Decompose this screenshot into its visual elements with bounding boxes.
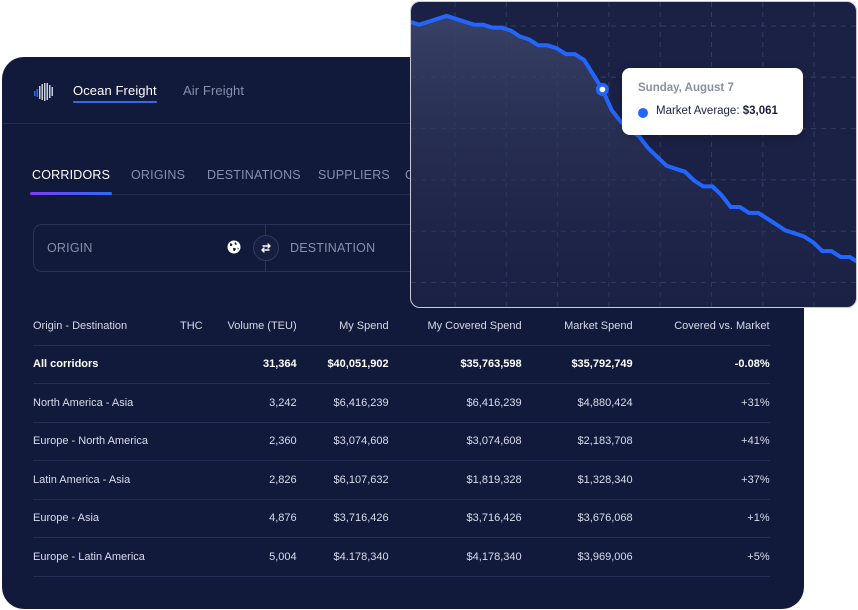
cell-volume: 31,364 [202, 345, 297, 384]
chart-tooltip: Sunday, August 7 Market Average: $3,061 [622, 68, 803, 135]
cell-name: North America - Asia [33, 383, 180, 423]
cell-my-spend: $3,074,608 [296, 422, 389, 461]
cell-market-spend: $3,676,068 [521, 499, 633, 538]
cell-vs-market: +41% [632, 422, 770, 461]
cell-market-spend: $4,880,424 [521, 383, 633, 423]
table-row[interactable]: North America - Asia 3,242 $6,416,239 $6… [33, 383, 770, 423]
cell-thc [180, 537, 203, 577]
cell-name: Europe - Asia [33, 499, 180, 538]
tab-corridors[interactable]: CORRIDORS [30, 168, 113, 195]
logo-icon [34, 83, 53, 101]
table-row[interactable]: Latin America - Asia 2,826 $6,107,632 $1… [33, 460, 770, 500]
tab-ocean-freight[interactable]: Ocean Freight [73, 83, 157, 103]
tab-suppliers[interactable]: SUPPLIERS [318, 168, 390, 182]
cell-thc [180, 460, 203, 500]
market-average-chart: Sunday, August 7 Market Average: $3,061 [410, 1, 857, 308]
cell-name: All corridors [33, 345, 180, 384]
cell-my-spend: $40,051,902 [296, 345, 389, 384]
active-subtab-indicator [30, 192, 113, 195]
cell-volume: 5,004 [202, 537, 297, 577]
cell-vs-market: +37% [632, 460, 770, 500]
chart-area-fill [411, 15, 856, 307]
cell-my-spend: $6,416,239 [296, 383, 389, 423]
cell-name: Europe - North America [33, 422, 180, 461]
corridors-table: Origin - Destination THC Volume (TEU) My… [33, 307, 770, 577]
tab-origins[interactable]: ORIGINS [131, 168, 185, 182]
destination-input[interactable]: DESTINATION [290, 241, 375, 255]
tab-origins-label: ORIGINS [131, 168, 186, 182]
globe-icon[interactable] [227, 240, 241, 254]
cell-covered-spend: $3,716,426 [388, 499, 522, 538]
cell-covered-spend: $1,819,328 [388, 460, 522, 500]
cell-my-spend: $4.178,340 [296, 537, 389, 577]
cell-vs-market: +31% [632, 383, 770, 423]
cell-name: Latin America - Asia [33, 460, 180, 500]
tab-air-freight[interactable]: Air Freight [183, 83, 244, 98]
column-header-my-spend[interactable]: My Spend [296, 307, 389, 346]
tab-air-freight-label: Air Freight [183, 83, 245, 98]
swap-button[interactable] [253, 235, 279, 261]
swap-arrows-icon [261, 243, 271, 253]
tab-suppliers-label: SUPPLIERS [318, 168, 390, 182]
tooltip-label: Market Average: [656, 105, 740, 117]
column-header-volume[interactable]: Volume (TEU) [202, 307, 297, 346]
cell-thc [180, 345, 203, 384]
column-header-thc[interactable]: THC [180, 307, 203, 346]
table-row[interactable]: Europe - North America 2,360 $3,074,608 … [33, 422, 770, 461]
highlight-point-center [599, 86, 606, 93]
cell-covered-spend: $35,763,598 [388, 345, 522, 384]
cell-volume: 4,876 [202, 499, 297, 538]
cell-covered-spend: $3,074,608 [388, 422, 522, 461]
cell-covered-spend: $6,416,239 [388, 383, 522, 423]
cell-vs-market: +1% [632, 499, 770, 538]
tooltip-date: Sunday, August 7 [638, 82, 734, 94]
cell-market-spend: $35,792,749 [521, 345, 633, 384]
column-header-covered-vs-market[interactable]: Covered vs. Market [632, 307, 770, 346]
table-row[interactable]: Europe - Asia 4,876 $3,716,426 $3,716,42… [33, 499, 770, 538]
cell-vs-market: +5% [632, 537, 770, 577]
tab-destinations-label: DESTINATIONS [207, 168, 301, 182]
tab-ocean-freight-label: Ocean Freight [73, 83, 157, 98]
cell-thc [180, 499, 203, 538]
cell-market-spend: $2,183,708 [521, 422, 633, 461]
cell-my-spend: $3,716,426 [296, 499, 389, 538]
table-row-total[interactable]: All corridors 31,364 $40,051,902 $35,763… [33, 345, 770, 384]
active-tab-indicator [73, 101, 157, 103]
cell-vs-market: -0.08% [632, 345, 770, 384]
table-row[interactable]: Europe - Latin America 5,004 $4.178,340 … [33, 537, 770, 577]
legend-dot-icon [638, 108, 648, 118]
cell-volume: 2,826 [202, 460, 297, 500]
origin-input[interactable]: ORIGIN [47, 241, 93, 255]
tooltip-value-line: Market Average: $3,061 [656, 105, 778, 117]
tab-destinations[interactable]: DESTINATIONS [207, 168, 301, 182]
cell-market-spend: $3,969,006 [521, 537, 633, 577]
cell-my-spend: $6,107,632 [296, 460, 389, 500]
column-header-my-covered-spend[interactable]: My Covered Spend [388, 307, 522, 346]
cell-thc [180, 422, 203, 461]
cell-name: Europe - Latin America [33, 537, 180, 577]
tooltip-value: $3,061 [742, 105, 778, 117]
chart-svg [411, 2, 856, 307]
table-header-row: Origin - Destination THC Volume (TEU) My… [33, 307, 770, 346]
column-header-origin-destination[interactable]: Origin - Destination [33, 307, 180, 346]
tab-corridors-label: CORRIDORS [32, 168, 111, 182]
column-header-market-spend[interactable]: Market Spend [521, 307, 633, 346]
cell-thc [180, 383, 203, 423]
cell-volume: 2,360 [202, 422, 297, 461]
cell-volume: 3,242 [202, 383, 297, 423]
cell-market-spend: $1,328,340 [521, 460, 633, 500]
cell-covered-spend: $4,178,340 [388, 537, 522, 577]
